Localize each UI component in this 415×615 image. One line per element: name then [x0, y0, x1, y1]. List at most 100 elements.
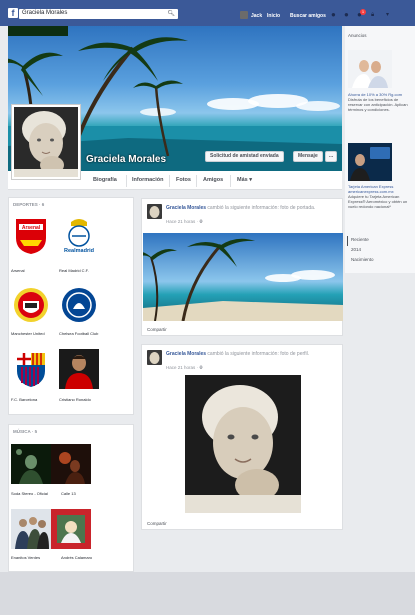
sport-label-chelsea[interactable]: Chelsea Football Club	[59, 331, 101, 336]
home-link[interactable]: Inicio	[267, 13, 280, 19]
sport-thumb-manutd[interactable]	[11, 285, 51, 325]
sport-thumb-barcelona[interactable]	[11, 349, 51, 389]
tab-biography[interactable]: Biografía	[93, 177, 117, 183]
tab-information[interactable]: Información	[132, 177, 163, 183]
tab-divider	[230, 175, 231, 187]
tab-photos[interactable]: Fotos	[176, 177, 191, 183]
post-author-name[interactable]: Graciela Morales	[166, 351, 206, 357]
arsenal-logo-icon: Arsenal	[16, 219, 46, 254]
search-value: Graciela Morales	[22, 10, 68, 16]
calle-13-photo	[51, 444, 91, 484]
settings-chevron-icon[interactable]: ▾	[386, 11, 394, 19]
ad-image-1[interactable]	[348, 50, 392, 88]
page-footer-area	[0, 572, 415, 615]
arsenal-logo-text: Arsenal	[22, 225, 41, 231]
tab-more[interactable]: Más ▾	[237, 177, 252, 183]
search-input[interactable]: Graciela Morales 🔍︎	[19, 9, 178, 19]
user-avatar[interactable]	[240, 11, 248, 19]
share-link[interactable]: Compartir	[147, 521, 167, 526]
messages-icon[interactable]: ●	[344, 11, 352, 19]
notification-badge: 1	[360, 9, 366, 15]
post-header: Graciela Morales cambió la siguiente inf…	[166, 351, 338, 358]
post-beach-image	[143, 233, 343, 321]
timeline-post: Graciela Morales cambió la siguiente inf…	[141, 344, 343, 530]
chelsea-logo-icon	[62, 288, 96, 322]
sport-thumb-arsenal[interactable]: Arsenal	[11, 216, 51, 256]
user-name-link[interactable]: Jack	[251, 13, 262, 19]
soda-stereo-photo	[11, 444, 51, 484]
ad-copy-1[interactable]: Ahorra de 10% a 30% Rg.com Disfruta de l…	[348, 92, 410, 112]
post-profile-image[interactable]	[185, 375, 301, 513]
music-label-enanitos-verdes[interactable]: Enanitos Verdes	[11, 555, 53, 560]
avatar-thumbnail	[147, 204, 162, 219]
ads-title: Anuncios	[348, 33, 367, 38]
share-link[interactable]: Compartir	[147, 327, 167, 332]
right-sidebar: Anuncios Ahorra de 10% a 30% Rg.com Disf…	[345, 26, 415, 273]
profile-name[interactable]: Graciela Morales	[86, 154, 166, 165]
post-action-text: cambió la siguiente información: foto de…	[207, 351, 310, 357]
globe-icon: 🌐︎	[199, 365, 203, 370]
manchester-united-logo-icon	[14, 288, 48, 322]
message-button[interactable]: Mensaje	[293, 151, 323, 162]
music-label-andres-calamaro[interactable]: Andrés Calamaro	[61, 555, 103, 560]
facebook-logo[interactable]: f	[8, 8, 18, 18]
sport-thumb-realmadrid[interactable]: Realmadrid	[59, 216, 99, 256]
sport-label-arsenal[interactable]: Arsenal	[11, 268, 53, 273]
music-thumb-calle-13[interactable]	[51, 444, 91, 484]
music-label-calle-13[interactable]: Calle 13	[61, 491, 103, 496]
post-timestamp[interactable]: Hace 21 horas · 🌐︎	[166, 219, 203, 224]
find-friends-link[interactable]: Buscar amigos	[290, 13, 326, 19]
music-title: MÚSICA · 5	[13, 429, 38, 434]
ad-2-link[interactable]: Tarjeta American Express americanexpress…	[348, 184, 394, 194]
enanitos-verdes-photo	[11, 509, 51, 549]
ad-copy-2[interactable]: Tarjeta American Express americanexpress…	[348, 184, 410, 209]
ad-amex-photo	[348, 143, 392, 181]
sport-thumb-chelsea[interactable]	[59, 285, 99, 325]
andres-calamaro-photo	[51, 509, 91, 549]
post-author-avatar[interactable]	[147, 204, 162, 219]
music-box: MÚSICA · 5 Soda Stereo - Oficial Calle 1…	[8, 424, 134, 572]
sports-title: DEPORTES · 6	[13, 202, 45, 207]
ad-couple-photo	[348, 50, 392, 88]
post-cover-image[interactable]	[143, 233, 343, 321]
avatar-thumbnail	[147, 350, 162, 365]
tab-divider	[126, 175, 127, 187]
tab-divider	[169, 175, 170, 187]
realmadrid-logo-icon: Realmadrid	[64, 219, 94, 254]
profile-child-photo	[14, 107, 78, 177]
post-time-text: Hace 21 horas	[166, 365, 196, 370]
realmadrid-logo-text: Realmadrid	[64, 248, 94, 254]
top-navigation-bar: f Graciela Morales 🔍︎ Jack Inicio Buscar…	[0, 0, 415, 26]
post-child-photo	[185, 375, 301, 513]
post-timestamp[interactable]: Hace 21 horas · 🌐︎	[166, 365, 203, 370]
timeline-recent[interactable]: Reciente	[351, 237, 369, 242]
globe-icon: 🌐︎	[199, 219, 203, 224]
friend-requests-icon[interactable]: ●	[331, 11, 339, 19]
ad-1-text: Disfruta de los beneficios de reservar c…	[348, 97, 408, 112]
post-author-avatar[interactable]	[147, 350, 162, 365]
post-time-text: Hace 21 horas	[166, 219, 196, 224]
friend-request-sent-button[interactable]: Solicitud de amistad enviada	[205, 151, 284, 162]
sport-thumb-ronaldo[interactable]	[59, 349, 99, 389]
profile-picture[interactable]	[11, 104, 81, 180]
sport-label-barcelona[interactable]: F.C. Barcelona	[11, 397, 53, 402]
timeline-marker	[347, 236, 348, 246]
music-thumb-andres-calamaro[interactable]	[51, 509, 91, 549]
timeline-post: Graciela Morales cambió la siguiente inf…	[141, 198, 343, 336]
timeline-birth[interactable]: Nacimiento	[351, 257, 374, 262]
timeline-2014[interactable]: 2014	[351, 247, 361, 252]
ronaldo-photo	[65, 355, 93, 389]
privacy-icon[interactable]: 🔒︎	[371, 11, 379, 19]
sport-label-realmadrid[interactable]: Real Madrid C.F.	[59, 268, 101, 273]
sport-label-manutd[interactable]: Manchester United	[11, 331, 53, 336]
music-thumb-enanitos-verdes[interactable]	[11, 509, 51, 549]
tab-friends[interactable]: Amigos	[203, 177, 223, 183]
ad-image-2[interactable]	[348, 143, 392, 181]
post-author-name[interactable]: Graciela Morales	[166, 205, 206, 211]
sports-box: DEPORTES · 6 Arsenal Arsenal Realmadrid …	[8, 197, 134, 415]
search-icon[interactable]: 🔍︎	[167, 10, 175, 17]
music-label-soda-stereo[interactable]: Soda Stereo - Oficial	[11, 491, 53, 496]
music-thumb-soda-stereo[interactable]	[11, 444, 51, 484]
sport-label-ronaldo[interactable]: Cristiano Ronaldo	[59, 397, 101, 402]
more-options-button[interactable]: ...	[325, 151, 338, 162]
